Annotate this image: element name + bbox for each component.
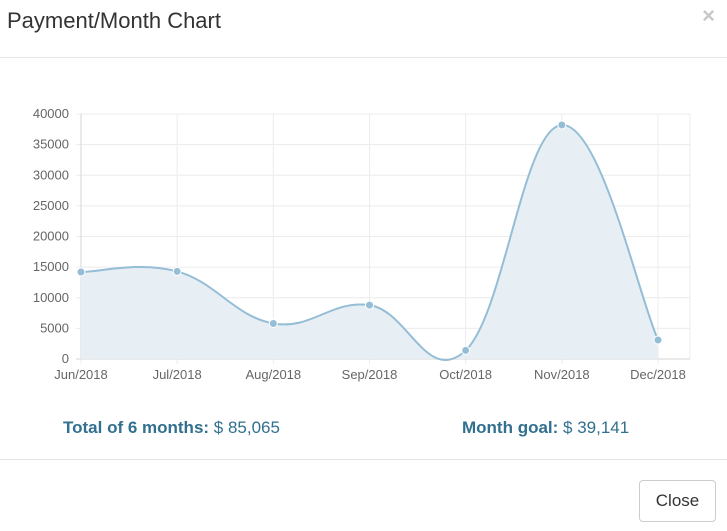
- goal-summary: Month goal: $ 39,141: [462, 417, 629, 439]
- modal-footer: Close: [0, 459, 727, 531]
- y-tick-label: 0: [62, 351, 69, 366]
- payment-chart: 0 5000 10000 15000 20000 25000 30000 35000 40000…: [0, 100, 727, 395]
- y-tick-label: 35000: [33, 137, 69, 152]
- data-point: [653, 335, 663, 345]
- data-point: [557, 120, 567, 130]
- modal-header: Payment/Month Chart ×: [0, 0, 727, 58]
- x-tick-label: Oct/2018: [439, 367, 492, 382]
- total-summary: Total of 6 months: $ 85,065: [63, 417, 280, 439]
- x-tick-label: Sep/2018: [342, 367, 398, 382]
- x-tick-label: Aug/2018: [245, 367, 301, 382]
- close-button[interactable]: Close: [639, 480, 716, 522]
- y-tick-label: 25000: [33, 198, 69, 213]
- modal-title: Payment/Month Chart: [7, 8, 221, 33]
- y-tick-label: 5000: [40, 320, 69, 335]
- payment-chart-modal: Payment/Month Chart × 0 5000 10000 15000 200…: [0, 0, 727, 531]
- data-point: [172, 266, 182, 276]
- x-tick-label: Jul/2018: [153, 367, 202, 382]
- y-tick-label: 15000: [33, 259, 69, 274]
- close-icon[interactable]: ×: [702, 3, 715, 29]
- payment-area-chart: 0 5000 10000 15000 20000 25000 30000 35000 40000…: [33, 106, 691, 382]
- x-tick-label: Nov/2018: [534, 367, 590, 382]
- data-point: [365, 300, 374, 310]
- data-point: [461, 345, 471, 355]
- y-tick-label: 20000: [33, 229, 69, 244]
- total-label: Total of 6 months:: [63, 418, 210, 437]
- y-tick-label: 30000: [33, 167, 69, 182]
- data-point: [268, 318, 278, 328]
- x-tick-label: Jun/2018: [54, 367, 108, 382]
- goal-value: $ 39,141: [563, 418, 630, 437]
- y-tick-label: 10000: [33, 290, 69, 305]
- data-point: [76, 267, 86, 277]
- y-tick-label: 40000: [33, 106, 69, 121]
- x-tick-label: Dec/2018: [630, 367, 686, 382]
- total-value: $ 85,065: [213, 418, 280, 437]
- goal-label: Month goal:: [462, 418, 559, 437]
